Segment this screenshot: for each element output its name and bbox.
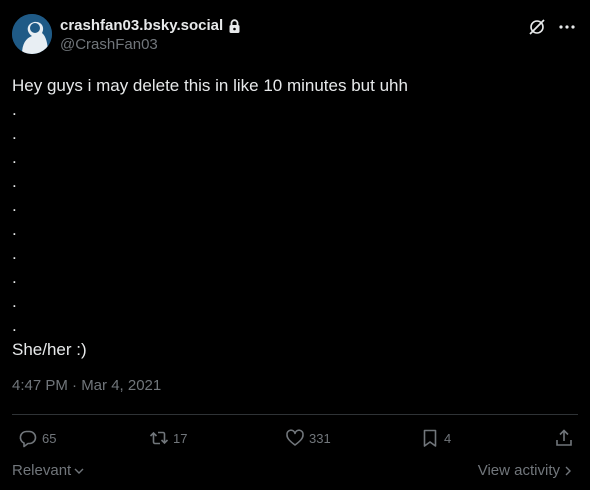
bookmark-count: 4 — [444, 430, 452, 446]
post-line: . — [12, 148, 17, 167]
avatar[interactable] — [12, 14, 52, 54]
repost-button[interactable]: 17 — [149, 428, 187, 448]
sort-label: Relevant — [12, 462, 72, 479]
repost-count: 17 — [173, 430, 188, 446]
post-line: She/her :) — [12, 340, 87, 359]
user-block: crashfan03.bsky.social @CrashFan03 — [60, 17, 241, 54]
display-name[interactable]: crashfan03.bsky.social — [60, 17, 223, 35]
view-activity-link[interactable]: View activity — [478, 462, 574, 479]
view-activity-label: View activity — [477, 462, 560, 479]
display-name-row[interactable]: crashfan03.bsky.social — [60, 17, 241, 35]
post-line: . — [12, 196, 17, 215]
chevron-right-icon — [565, 466, 571, 475]
divider — [12, 414, 578, 415]
post-header: crashfan03.bsky.social @CrashFan03 — [12, 14, 578, 58]
like-button[interactable]: 331 — [285, 428, 331, 448]
like-icon — [286, 429, 304, 446]
action-bar: 65 17 331 4 — [12, 426, 578, 452]
post-line: . — [12, 172, 17, 191]
bookmark-button[interactable]: 4 — [420, 428, 451, 448]
sort-relevant-dropdown[interactable]: Relevant — [12, 462, 85, 479]
post-line: . — [12, 100, 17, 119]
post-line: . — [12, 292, 17, 311]
grok-icon[interactable] — [528, 18, 546, 36]
bookmark-icon — [423, 429, 437, 447]
post-line: Hey guys i may delete this in like 10 mi… — [12, 76, 408, 95]
lock-icon — [228, 18, 241, 34]
like-count: 331 — [309, 430, 331, 446]
post-line: . — [12, 124, 17, 143]
reply-button[interactable]: 65 — [18, 428, 56, 448]
handle[interactable]: @CrashFan03 — [60, 35, 241, 54]
share-icon — [556, 429, 572, 446]
chevron-down-icon — [74, 468, 84, 474]
post-line: . — [12, 268, 17, 287]
reply-icon — [19, 430, 37, 448]
reply-count: 65 — [42, 430, 57, 446]
post-line: . — [12, 244, 17, 263]
share-button[interactable] — [554, 428, 578, 448]
more-icon[interactable] — [558, 18, 576, 36]
post-text: Hey guys i may delete this in like 10 mi… — [12, 74, 578, 362]
post-line: . — [12, 316, 17, 335]
repost-icon — [149, 431, 169, 445]
post-timestamp[interactable]: 4:47 PM · Mar 4, 2021 — [12, 377, 161, 395]
post-line: . — [12, 220, 17, 239]
